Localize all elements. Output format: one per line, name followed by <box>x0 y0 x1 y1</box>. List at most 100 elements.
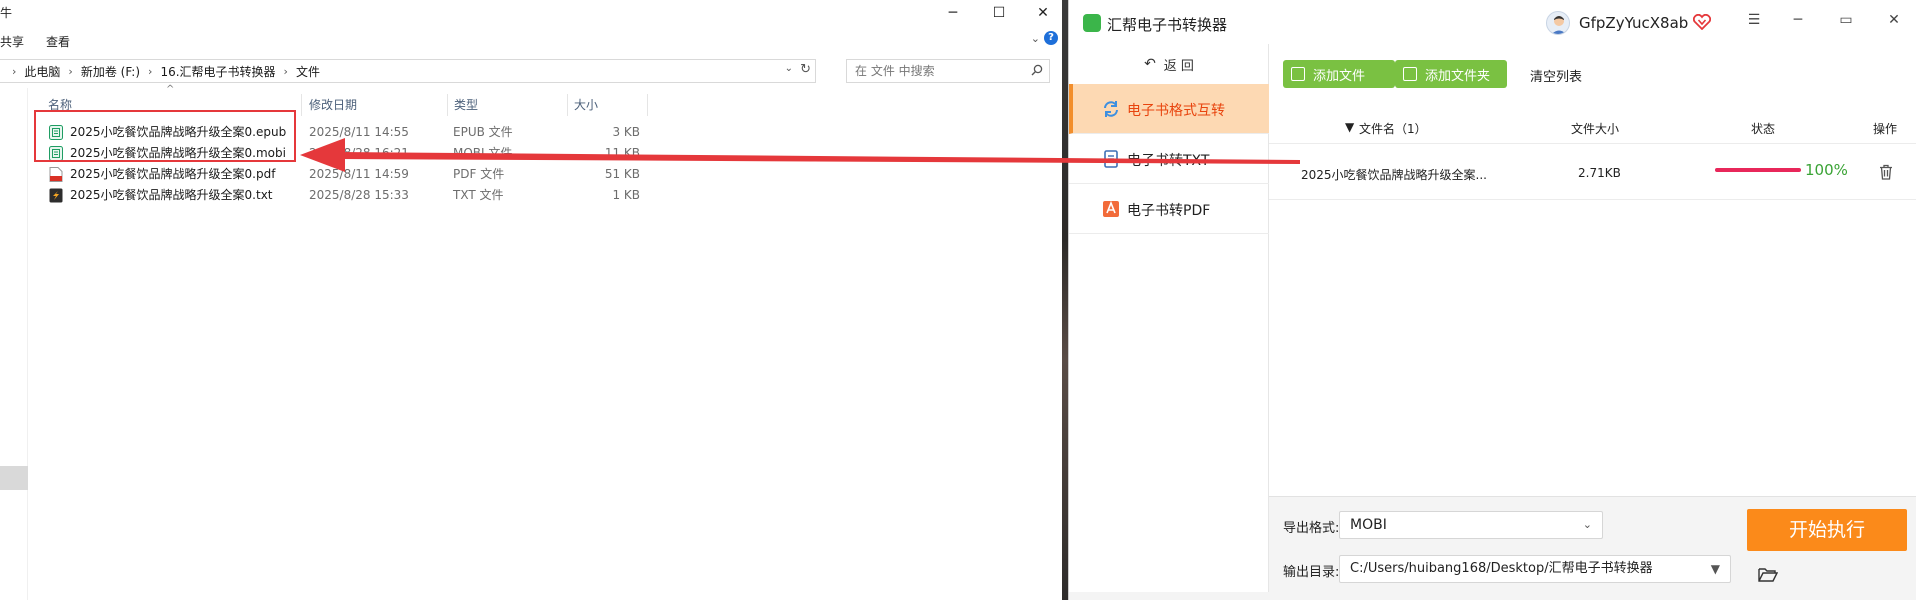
row-filesize: 2.71KB <box>1578 166 1621 180</box>
search-input[interactable]: 在 文件 中搜索 <box>846 59 1050 83</box>
navigation-pane <box>0 88 28 600</box>
table-row[interactable]: 2025小吃餐饮品牌战略升级全案... 2.71KB 100% <box>1269 146 1916 200</box>
annotation-highlight-box <box>34 110 296 162</box>
file-row-txt[interactable]: 2025小吃餐饮品牌战略升级全案0.txt 2025/8/28 15:33 TX… <box>46 185 646 205</box>
breadcrumb-separator-icon: › <box>68 64 73 78</box>
address-dropdown-icon[interactable]: ⌄ <box>785 63 793 74</box>
file-table-header: ▼ 文件名（1） 文件大小 状态 操作 <box>1269 110 1916 144</box>
header-action: 操作 <box>1873 122 1898 136</box>
avatar-icon <box>1551 16 1567 34</box>
breadcrumb-drive[interactable]: 新加卷 (F:) <box>81 63 140 80</box>
app-main-panel: 添加文件 添加文件夹 清空列表 ▼ 文件名（1） 文件大小 状态 操作 2025… <box>1269 44 1916 600</box>
progress-percent: 100% <box>1805 161 1848 179</box>
column-header-size[interactable]: 大小 <box>568 94 648 116</box>
breadcrumb-separator-icon: › <box>12 64 17 78</box>
txt-icon <box>49 188 63 203</box>
file-row-pdf[interactable]: 2025小吃餐饮品牌战略升级全案0.pdf 2025/8/11 14:59 PD… <box>46 164 646 184</box>
back-label: 返 回 <box>1163 58 1194 74</box>
export-format-select[interactable]: MOBI ⌄ <box>1339 511 1603 539</box>
sidebar-item-format-convert[interactable]: 电子书格式互转 <box>1069 84 1269 134</box>
back-icon: ↶ <box>1144 56 1156 72</box>
ribbon-expand-icon[interactable]: ⌄ <box>1031 32 1040 45</box>
file-name: 2025小吃餐饮品牌战略升级全案0.pdf <box>70 167 276 181</box>
back-button[interactable]: ↶ 返 回 <box>1069 44 1269 84</box>
close-button[interactable]: ✕ <box>1020 0 1062 26</box>
app-close-icon[interactable]: ✕ <box>1881 12 1907 32</box>
output-dir-value: C:/Users/huibang168/Desktop/汇帮电子书转换器 <box>1350 561 1653 576</box>
progress-bar <box>1715 168 1801 172</box>
file-type: EPUB 文件 <box>453 125 513 139</box>
app-title: 汇帮电子书转换器 <box>1107 16 1228 34</box>
add-folder-icon <box>1403 67 1417 81</box>
sidebar-item-label: 电子书转PDF <box>1127 203 1211 219</box>
start-button[interactable]: 开始执行 <box>1747 509 1907 551</box>
file-type: PDF 文件 <box>453 167 505 181</box>
convert-icon <box>1104 101 1118 117</box>
export-settings-bar: 导出格式: MOBI ⌄ 输出目录: C:/Users/huibang168/D… <box>1269 496 1916 600</box>
column-header-date[interactable]: 修改日期 <box>303 94 448 116</box>
explorer-title-fragment: 牛 <box>0 6 13 20</box>
sidebar-item-label: 电子书转TXT <box>1127 153 1210 169</box>
trash-icon[interactable] <box>1879 164 1893 180</box>
txt-doc-icon <box>1104 150 1118 168</box>
header-filesize: 文件大小 <box>1571 122 1620 136</box>
chevron-down-icon: ▼ <box>1710 562 1720 576</box>
folder-open-icon[interactable] <box>1758 567 1778 583</box>
add-file-icon <box>1291 67 1305 81</box>
output-dir-select[interactable]: C:/Users/huibang168/Desktop/汇帮电子书转换器 ▼ <box>1339 555 1731 583</box>
chevron-down-icon: ⌄ <box>1582 518 1592 531</box>
ribbon-tab-share[interactable]: 共享 <box>0 33 24 50</box>
row-filename: 2025小吃餐饮品牌战略升级全案... <box>1301 168 1487 182</box>
username[interactable]: GfpZyYucX8ab <box>1579 14 1688 32</box>
sidebar-item-to-txt[interactable]: 电子书转TXT <box>1069 134 1269 184</box>
search-placeholder: 在 文件 中搜索 <box>855 64 935 78</box>
app-logo-icon <box>1083 14 1101 32</box>
explorer-titlebar: 牛 ─ ☐ ✕ <box>0 0 1062 28</box>
add-folder-label: 添加文件夹 <box>1425 68 1491 84</box>
file-size: 51 KB <box>604 167 640 181</box>
add-file-button[interactable]: 添加文件 <box>1283 60 1395 88</box>
file-explorer-window: 牛 ─ ☐ ✕ 共享 查看 ⌄ ? › 此电脑 › 新加卷 (F:) › 16.… <box>0 0 1062 600</box>
menu-icon[interactable]: ☰ <box>1741 12 1767 32</box>
converter-app-window: 汇帮电子书转换器 GfpZyYucX8ab ☰ ─ ▭ ✕ ↶ 返 回 电子书格… <box>1068 0 1916 600</box>
breadcrumb-folder[interactable]: 16.汇帮电子书转换器 <box>160 63 275 80</box>
app-sidebar: ↶ 返 回 电子书格式互转 电子书转TXT 电子书转PDF <box>1069 44 1269 600</box>
vip-heart-icon[interactable] <box>1693 14 1711 30</box>
breadcrumb-current[interactable]: 文件 <box>296 63 320 80</box>
file-date: 2025/8/11 14:59 <box>309 167 409 181</box>
app-maximize-icon[interactable]: ▭ <box>1833 12 1859 32</box>
maximize-button[interactable]: ☐ <box>976 0 1022 26</box>
column-header-type[interactable]: 类型 <box>448 94 568 116</box>
add-file-label: 添加文件 <box>1313 68 1366 84</box>
header-filename[interactable]: 文件名（1） <box>1359 120 1427 137</box>
app-minimize-icon[interactable]: ─ <box>1785 12 1811 32</box>
sidebar-item-to-pdf[interactable]: 电子书转PDF <box>1069 184 1269 234</box>
file-type: MOBI 文件 <box>453 146 513 160</box>
breadcrumb-this-pc[interactable]: 此电脑 <box>24 63 60 80</box>
minimize-button[interactable]: ─ <box>930 0 976 26</box>
ribbon-tab-view[interactable]: 查看 <box>46 33 70 50</box>
sort-desc-icon[interactable]: ▼ <box>1345 120 1354 134</box>
export-format-value: MOBI <box>1350 517 1387 533</box>
header-status: 状态 <box>1751 122 1776 136</box>
sidebar-item-label: 电子书格式互转 <box>1127 103 1225 119</box>
maximize-icon: ☐ <box>992 5 1006 21</box>
navigation-selected-item[interactable] <box>0 466 28 490</box>
progress-fill <box>1715 168 1801 172</box>
clear-list-button[interactable]: 清空列表 <box>1530 66 1582 85</box>
search-icon <box>1031 64 1043 76</box>
file-date: 2025/8/11 14:55 <box>309 125 409 139</box>
minimize-icon: ─ <box>948 5 958 21</box>
add-folder-button[interactable]: 添加文件夹 <box>1395 60 1507 88</box>
avatar[interactable] <box>1546 11 1570 35</box>
file-size: 11 KB <box>604 146 640 160</box>
export-format-label: 导出格式: <box>1283 521 1340 536</box>
refresh-icon[interactable]: ↻ <box>800 62 811 77</box>
explorer-ribbon: 共享 查看 ⌄ ? <box>0 28 1062 54</box>
status-strip <box>1069 592 1916 600</box>
address-bar[interactable]: › 此电脑 › 新加卷 (F:) › 16.汇帮电子书转换器 › 文件 ⌄ ↻ <box>0 59 816 83</box>
file-type: TXT 文件 <box>453 188 504 202</box>
file-name: 2025小吃餐饮品牌战略升级全案0.txt <box>70 188 273 202</box>
help-icon[interactable]: ? <box>1044 31 1058 45</box>
close-icon: ✕ <box>1037 5 1049 21</box>
